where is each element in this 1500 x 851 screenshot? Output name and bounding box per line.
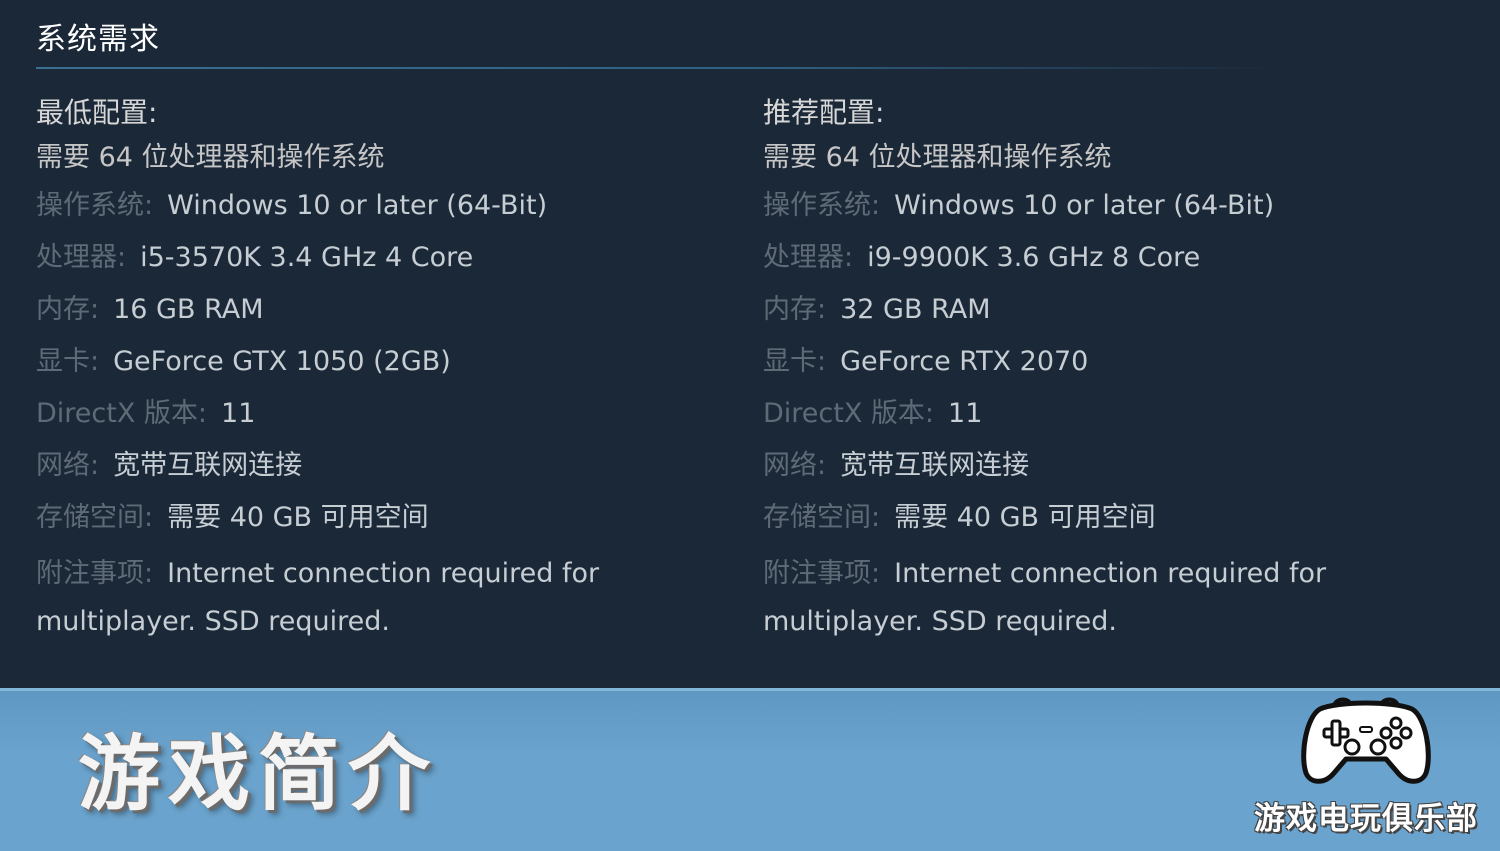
spec-value: 宽带互联网连接 (113, 450, 303, 481)
banner-title: 游戏简介 (78, 727, 439, 822)
spec-os: 操作系统: Windows 10 or later (64-Bit) (36, 186, 686, 238)
spec-graphics: 显卡: GeForce GTX 1050 (2GB) (36, 342, 686, 394)
game-intro-banner: 游戏简介 游戏电玩俱乐部 (0, 688, 1500, 851)
minimum-requirements-column: 最低配置: 需要 64 位处理器和操作系统 操作系统: Windows 10 or… (36, 92, 686, 646)
spec-label: 存储空间: (36, 502, 154, 533)
spec-notes: 附注事项: Internet connection required for mu… (763, 550, 1413, 646)
spec-os: 操作系统: Windows 10 or later (64-Bit) (763, 186, 1413, 238)
minimum-heading: 最低配置: (36, 96, 158, 129)
title-divider (36, 67, 1276, 69)
section-title: 系统需求 (36, 22, 160, 57)
spec-value: 宽带互联网连接 (840, 450, 1030, 481)
spec-value: i5-3570K 3.4 GHz 4 Core (140, 242, 474, 273)
spec-label: 内存: (36, 294, 100, 325)
spec-network: 网络: 宽带互联网连接 (36, 446, 686, 498)
spec-label: 存储空间: (763, 502, 881, 533)
spec-label: 网络: (36, 450, 100, 481)
spec-label: 处理器: (36, 242, 127, 273)
spec-processor: 处理器: i9-9900K 3.6 GHz 8 Core (763, 238, 1413, 290)
spec-memory: 内存: 16 GB RAM (36, 290, 686, 342)
spec-directx: DirectX 版本: 11 (763, 394, 1413, 446)
brand-name: 游戏电玩俱乐部 (1254, 801, 1478, 837)
spec-network: 网络: 宽带互联网连接 (763, 446, 1413, 498)
spec-value: GeForce RTX 2070 (840, 346, 1089, 377)
spec-value: 需要 40 GB 可用空间 (167, 502, 429, 533)
requires-64bit-note: 需要 64 位处理器和操作系统 (763, 142, 1112, 173)
spec-label: 内存: (763, 294, 827, 325)
system-requirements-panel: 系统需求 最低配置: 需要 64 位处理器和操作系统 操作系统: Windows … (0, 0, 1500, 688)
spec-value: Windows 10 or later (64-Bit) (894, 190, 1275, 221)
spec-label: 附注事项: (763, 558, 881, 589)
spec-memory: 内存: 32 GB RAM (763, 290, 1413, 342)
recommended-requirements-column: 推荐配置: 需要 64 位处理器和操作系统 操作系统: Windows 10 or… (763, 92, 1413, 646)
spec-directx: DirectX 版本: 11 (36, 394, 686, 446)
spec-label: 显卡: (36, 346, 100, 377)
spec-label: DirectX 版本: (36, 398, 208, 429)
recommended-heading: 推荐配置: (763, 96, 885, 129)
spec-value: 需要 40 GB 可用空间 (894, 502, 1156, 533)
spec-label: 显卡: (763, 346, 827, 377)
spec-storage: 存储空间: 需要 40 GB 可用空间 (763, 498, 1413, 550)
spec-graphics: 显卡: GeForce RTX 2070 (763, 342, 1413, 394)
spec-value: 32 GB RAM (840, 294, 991, 325)
requires-64bit-note: 需要 64 位处理器和操作系统 (36, 142, 385, 173)
spec-label: 处理器: (763, 242, 854, 273)
spec-notes: 附注事项: Internet connection required for mu… (36, 550, 686, 646)
spec-label: 网络: (763, 450, 827, 481)
spec-storage: 存储空间: 需要 40 GB 可用空间 (36, 498, 686, 550)
gamepad-icon (1301, 697, 1431, 784)
spec-label: 附注事项: (36, 558, 154, 589)
spec-value: i9-9900K 3.6 GHz 8 Core (867, 242, 1201, 273)
spec-label: 操作系统: (763, 190, 881, 221)
brand-logo: 游戏电玩俱乐部 (1246, 693, 1486, 843)
spec-value: 11 (948, 398, 983, 429)
spec-label: DirectX 版本: (763, 398, 935, 429)
spec-value: Windows 10 or later (64-Bit) (167, 190, 548, 221)
spec-value: 16 GB RAM (113, 294, 264, 325)
spec-label: 操作系统: (36, 190, 154, 221)
spec-processor: 处理器: i5-3570K 3.4 GHz 4 Core (36, 238, 686, 290)
spec-value: 11 (221, 398, 256, 429)
spec-value: GeForce GTX 1050 (2GB) (113, 346, 451, 377)
